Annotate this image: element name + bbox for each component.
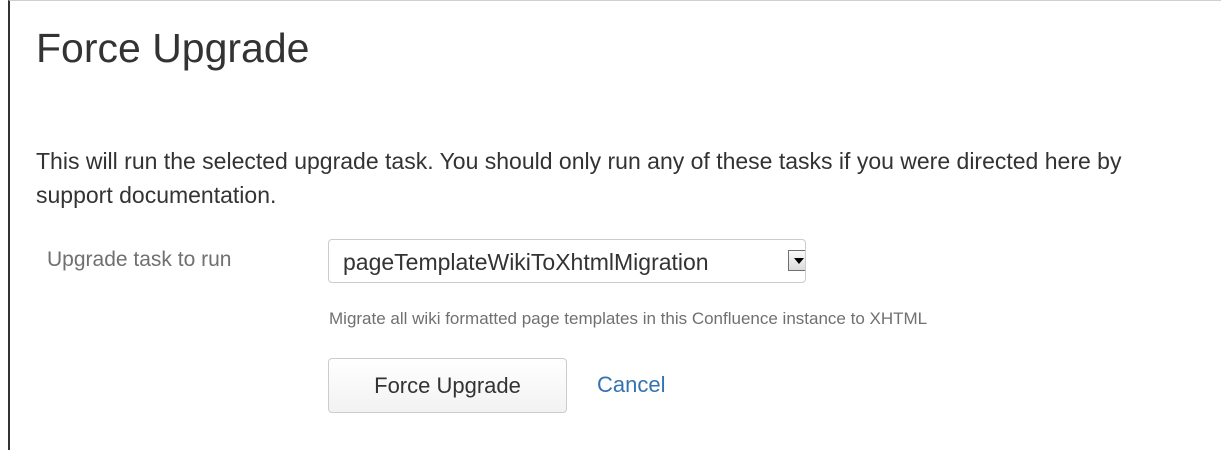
page-description: This will run the selected upgrade task.…	[36, 148, 1122, 208]
upgrade-task-selected-value: pageTemplateWikiToXhtmlMigration	[343, 249, 709, 275]
upgrade-task-help-text: Migrate all wiki formatted page template…	[329, 309, 928, 328]
upgrade-task-label: Upgrade task to run	[47, 248, 232, 271]
dropdown-arrow-icon-glyph	[794, 258, 804, 264]
dropdown-arrow-icon[interactable]	[788, 250, 805, 271]
force-upgrade-button[interactable]: Force Upgrade	[328, 358, 567, 413]
content-panel: Force Upgrade This will run the selected…	[8, 0, 1221, 450]
page-title: Force Upgrade	[36, 25, 310, 71]
cancel-link[interactable]: Cancel	[597, 370, 665, 400]
upgrade-task-select[interactable]: pageTemplateWikiToXhtmlMigration	[328, 239, 806, 283]
